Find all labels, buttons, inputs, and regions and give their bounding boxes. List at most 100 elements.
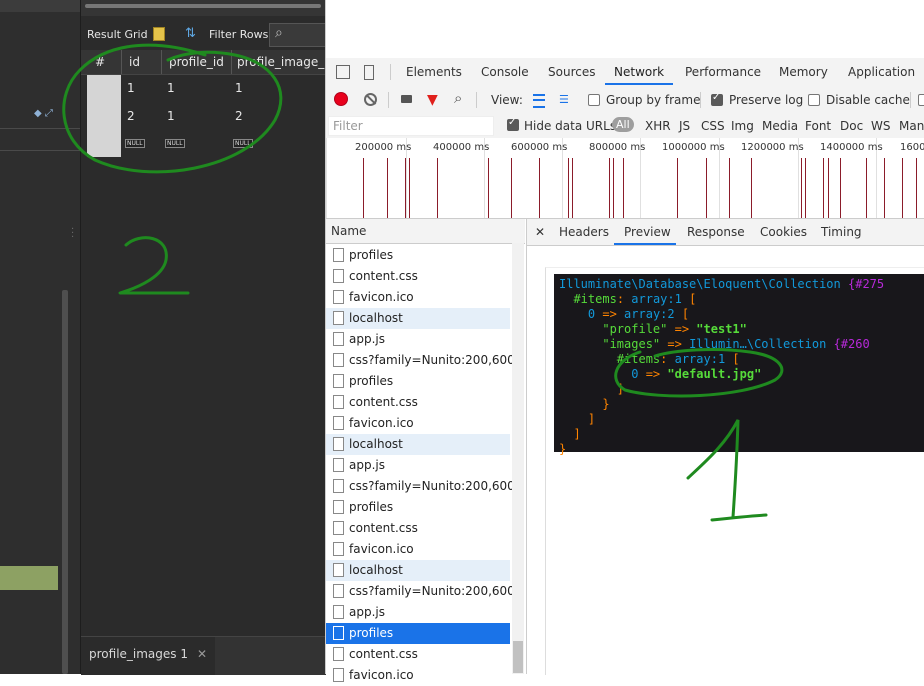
clear-icon[interactable] — [364, 93, 377, 106]
request-list-scrollbar[interactable] — [512, 243, 524, 674]
tab-cookies[interactable]: Cookies — [760, 225, 807, 239]
request-marker — [916, 158, 917, 218]
column-separator[interactable] — [161, 50, 162, 74]
tab-performance[interactable]: Performance — [685, 65, 761, 79]
preserve-log-checkbox[interactable] — [711, 92, 723, 106]
request-row[interactable]: favicon.ico — [326, 665, 510, 686]
request-row[interactable]: app.js — [326, 455, 510, 476]
request-row[interactable]: content.css — [326, 266, 510, 287]
filter-funnel-icon[interactable]: ▼ — [427, 92, 438, 108]
request-row[interactable]: profiles — [326, 497, 510, 518]
row-number-gutter[interactable] — [87, 75, 121, 157]
disable-cache-checkbox[interactable] — [808, 94, 820, 106]
expand-arrows-icon[interactable]: ◆ ⤢ — [34, 108, 53, 119]
null-badge[interactable]: NULL — [125, 139, 145, 148]
request-name: profiles — [349, 248, 394, 262]
request-list-header[interactable]: Name — [326, 219, 525, 244]
column-header-rownum[interactable]: # — [95, 55, 105, 69]
grid-header: # id profile_id profile_image_ — [81, 50, 326, 75]
name-column-header[interactable]: Name — [331, 224, 366, 238]
horizontal-scrollbar[interactable] — [85, 4, 321, 8]
request-row[interactable]: content.css — [326, 518, 510, 539]
request-row[interactable]: content.css — [326, 392, 510, 413]
null-badge[interactable]: NULL — [165, 139, 185, 148]
column-header-profile-id[interactable]: profile_id — [169, 55, 224, 69]
filter-rows-input[interactable]: ⌕ — [269, 23, 327, 47]
tab-application[interactable]: Application — [848, 65, 915, 79]
request-name: localhost — [349, 437, 403, 451]
request-row[interactable]: content.css — [326, 644, 510, 665]
type-filter-all[interactable]: All — [612, 117, 634, 132]
request-marker — [866, 158, 867, 218]
column-separator[interactable] — [231, 50, 232, 74]
tab-memory[interactable]: Memory — [779, 65, 828, 79]
type-filter-xhr[interactable]: XHR — [645, 119, 671, 133]
device-toolbar-icon[interactable] — [364, 65, 374, 80]
splitter-handle-icon[interactable]: · · · — [71, 225, 74, 243]
request-list-panel: Name profiles content.css favicon.ico local… — [326, 219, 527, 682]
grid-icon[interactable] — [153, 27, 165, 41]
request-row[interactable]: app.js — [326, 329, 510, 350]
cell-profile-image[interactable]: 2 — [235, 109, 243, 123]
tab-headers[interactable]: Headers — [559, 225, 609, 239]
cell-id[interactable]: 2 — [127, 109, 135, 123]
record-icon[interactable] — [335, 93, 347, 105]
request-row[interactable]: favicon.ico — [326, 413, 510, 434]
tab-timing[interactable]: Timing — [821, 225, 862, 239]
request-row[interactable]: favicon.ico — [326, 539, 510, 560]
cell-profile-id[interactable]: 1 — [167, 109, 175, 123]
column-header-profile-image[interactable]: profile_image_ — [237, 55, 324, 69]
side-panel-scrollbar[interactable] — [62, 290, 68, 674]
tab-console[interactable]: Console — [481, 65, 529, 79]
request-row[interactable]: css?family=Nunito:200,600 — [326, 476, 515, 497]
waterfall-view-icon[interactable]: ☰ — [559, 93, 569, 106]
tab-network[interactable]: Network — [614, 65, 664, 79]
list-view-icon[interactable] — [533, 94, 545, 108]
screenshot-camera-icon[interactable] — [401, 95, 412, 103]
type-filter-media[interactable]: Media — [762, 119, 798, 133]
request-row[interactable]: app.js — [326, 602, 510, 623]
type-filter-img[interactable]: Img — [731, 119, 754, 133]
type-filter-js[interactable]: JS — [679, 119, 690, 133]
close-detail-icon[interactable]: ✕ — [535, 225, 545, 239]
type-filter-ws[interactable]: WS — [871, 119, 890, 133]
group-by-frame-checkbox[interactable] — [588, 94, 600, 106]
tab-elements[interactable]: Elements — [406, 65, 462, 79]
close-icon[interactable]: ✕ — [197, 647, 207, 661]
tab-preview[interactable]: Preview — [624, 225, 671, 239]
request-row[interactable]: favicon.ico — [326, 287, 510, 308]
request-row[interactable]: css?family=Nunito:200,600 — [326, 581, 515, 602]
type-filter-css[interactable]: CSS — [701, 119, 725, 133]
cell-profile-image[interactable]: 1 — [235, 81, 243, 95]
cell-id[interactable]: 1 — [127, 81, 135, 95]
cell-profile-id[interactable]: 1 — [167, 81, 175, 95]
result-tab-profile-images[interactable]: profile_images 1 ✕ — [81, 636, 216, 675]
type-filter-doc[interactable]: Doc — [840, 119, 863, 133]
request-row[interactable]: css?family=Nunito:200,600 — [326, 350, 515, 371]
tab-response[interactable]: Response — [687, 225, 745, 239]
request-row[interactable]: localhost — [326, 560, 510, 581]
column-header-id[interactable]: id — [129, 55, 140, 69]
type-filter-font[interactable]: Font — [805, 119, 831, 133]
filter-input[interactable]: Filter — [328, 116, 494, 136]
hide-data-urls-checkbox[interactable] — [507, 117, 519, 131]
request-row[interactable]: profiles — [326, 245, 510, 266]
refresh-icon[interactable]: ⇅ — [185, 26, 196, 41]
dump-class: Illumin…\Collection — [689, 337, 827, 351]
search-icon[interactable]: ⌕ — [454, 89, 462, 107]
inspect-element-icon[interactable] — [336, 65, 350, 79]
request-row[interactable]: localhost — [326, 434, 510, 455]
type-filter-manifest[interactable]: Mani — [899, 119, 924, 133]
null-badge[interactable]: NULL — [233, 139, 253, 148]
offline-checkbox[interactable] — [918, 94, 924, 106]
selected-schema-row[interactable] — [0, 566, 58, 590]
scrollbar-thumb[interactable] — [513, 641, 523, 673]
request-marker — [805, 158, 806, 218]
request-row[interactable]: localhost — [326, 308, 510, 329]
request-row[interactable]: profiles — [326, 623, 510, 644]
divider — [910, 92, 911, 108]
tab-sources[interactable]: Sources — [548, 65, 595, 79]
network-overview-timeline[interactable]: 200000 ms 400000 ms 600000 ms 800000 ms … — [326, 138, 924, 219]
column-separator[interactable] — [121, 50, 122, 74]
request-row[interactable]: profiles — [326, 371, 510, 392]
